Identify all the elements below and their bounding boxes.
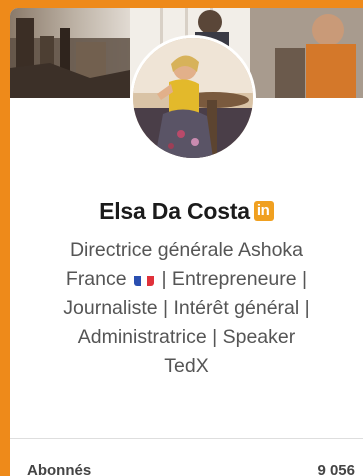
- profile-card[interactable]: Elsa Da Costa in Directrice générale Asho…: [10, 8, 363, 476]
- france-flag-icon: [134, 271, 155, 286]
- headline-line: Administratrice | Speaker: [77, 326, 296, 348]
- headline-line: TedX: [164, 355, 209, 377]
- headline-country: France: [65, 268, 127, 290]
- headline-line: France | Entrepreneure |: [28, 265, 345, 294]
- linkedin-badge-text: in: [256, 202, 270, 219]
- followers-label[interactable]: Abonnés: [27, 462, 91, 476]
- frame: Elsa Da Costa in Directrice générale Asho…: [0, 0, 363, 476]
- profile-name-row: Elsa Da Costa in: [10, 198, 363, 225]
- headline-line: Directrice générale Ashoka: [69, 239, 304, 261]
- headline-role: | Entrepreneure |: [161, 268, 308, 290]
- avatar[interactable]: [130, 35, 256, 161]
- headline-line: Journaliste | Intérêt général |: [63, 297, 310, 319]
- profile-headline: Directrice générale Ashoka France | Entr…: [28, 236, 345, 381]
- followers-count[interactable]: 9 056: [317, 462, 355, 476]
- divider: [10, 438, 363, 439]
- linkedin-icon: in: [253, 201, 274, 221]
- profile-name[interactable]: Elsa Da Costa: [99, 198, 250, 224]
